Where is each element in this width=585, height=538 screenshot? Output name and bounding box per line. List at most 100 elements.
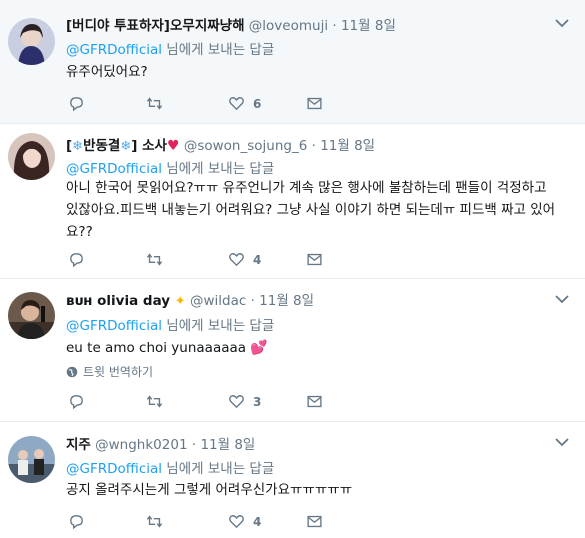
- display-name-text: ʙᴜʜ olivia day: [66, 293, 171, 309]
- handle[interactable]: @loveomuji: [249, 18, 328, 34]
- like-button[interactable]: 6: [228, 95, 261, 112]
- tweet-3[interactable]: ʙᴜʜ olivia day ✦ @wildac · 11월 8일 @GFRDo…: [0, 279, 585, 422]
- tweet-actions: 3: [66, 393, 336, 413]
- like-count: 3: [253, 394, 262, 409]
- avatar[interactable]: [8, 436, 55, 483]
- snowflake-icon: ❄: [120, 139, 132, 154]
- retweet-icon: [146, 395, 163, 408]
- reply-icon: [70, 253, 83, 268]
- tweet-4[interactable]: 지주 @wnghk0201 · 11월 8일 @GFRDofficial 님에게…: [0, 422, 585, 538]
- timestamp[interactable]: 11월 8일: [320, 138, 375, 154]
- timestamp[interactable]: 11월 8일: [259, 293, 314, 309]
- direct-message-button[interactable]: [306, 95, 323, 112]
- heart-icon: [229, 515, 244, 529]
- tweet-header: 지주 @wnghk0201 · 11월 8일: [66, 433, 255, 453]
- reply-button[interactable]: [68, 513, 85, 530]
- tweet-actions: 6: [66, 95, 336, 115]
- tweet-text: 아니 한국어 못읽어요?ㅠㅠ 유주언니가 계속 많은 행사에 불참하는데 팬들이…: [66, 180, 556, 240]
- sparkles-icon: ✦: [174, 294, 186, 309]
- tweet-text: 공지 올려주시는게 그렇게 어려우신가요ㅠㅠㅠㅠㅠ: [66, 482, 353, 498]
- like-count: 4: [253, 252, 262, 267]
- retweet-button[interactable]: [146, 393, 163, 410]
- reply-context: @GFRDofficial 님에게 보내는 답글: [66, 314, 274, 334]
- reply-feed: [버디야 투표하자]오무지짜냥해 @loveomuji · 11월 8일 @GF…: [0, 0, 585, 538]
- heart-icon: [229, 395, 244, 409]
- like-button[interactable]: 3: [228, 393, 261, 410]
- direct-message-icon: [307, 515, 322, 528]
- direct-message-icon: [307, 253, 322, 266]
- display-name-middle: 반동결: [83, 138, 121, 154]
- reply-context: @GFRDofficial 님에게 보내는 답글: [66, 457, 274, 477]
- heart-icon: [229, 253, 244, 267]
- retweet-button[interactable]: [146, 95, 163, 112]
- display-name[interactable]: [버디야 투표하자]오무지짜냥해: [66, 18, 245, 34]
- mention-link[interactable]: @GFRDofficial: [66, 42, 162, 58]
- direct-message-icon: [307, 395, 322, 408]
- reply-icon: [70, 97, 83, 112]
- direct-message-button[interactable]: [306, 393, 323, 410]
- translate-label: 트윗 번역하기: [83, 365, 154, 379]
- separator-dot: ·: [311, 138, 316, 154]
- snowflake-icon: ❄: [72, 139, 84, 154]
- tweet-actions: 4: [66, 513, 336, 533]
- display-name[interactable]: [❄반동결❄] 소사♥: [66, 138, 180, 154]
- avatar[interactable]: [8, 292, 55, 339]
- retweet-icon: [146, 97, 163, 110]
- reply-context-label: 님에게 보내는 답글: [162, 318, 275, 334]
- reply-icon: [70, 395, 83, 410]
- chevron-down-icon[interactable]: [555, 437, 569, 447]
- tweet-2[interactable]: [❄반동결❄] 소사♥ @sowon_sojung_6 · 11월 8일 @GF…: [0, 124, 585, 279]
- retweet-icon: [146, 253, 163, 266]
- two-hearts-icon: 💕: [250, 340, 268, 356]
- reply-icon: [70, 515, 83, 530]
- avatar[interactable]: [8, 133, 55, 180]
- like-count: 6: [253, 96, 262, 111]
- globe-icon: [66, 366, 78, 377]
- handle[interactable]: @wnghk0201: [95, 437, 187, 453]
- handle[interactable]: @wildac: [190, 293, 246, 309]
- reply-context-label: 님에게 보내는 답글: [162, 161, 275, 177]
- direct-message-icon: [307, 97, 322, 110]
- timestamp[interactable]: 11월 8일: [341, 18, 396, 34]
- retweet-button[interactable]: [146, 251, 163, 268]
- avatar[interactable]: [8, 18, 55, 65]
- like-button[interactable]: 4: [228, 513, 261, 530]
- tweet-1[interactable]: [버디야 투표하자]오무지짜냥해 @loveomuji · 11월 8일 @GF…: [0, 0, 585, 124]
- like-count: 4: [253, 514, 262, 529]
- tweet-header: ʙᴜʜ olivia day ✦ @wildac · 11월 8일: [66, 289, 314, 309]
- mention-link[interactable]: @GFRDofficial: [66, 161, 162, 177]
- retweet-icon: [146, 515, 163, 528]
- chevron-down-icon[interactable]: [555, 294, 569, 304]
- tweet-header: [버디야 투표하자]오무지짜냥해 @loveomuji · 11월 8일: [66, 14, 396, 34]
- separator-dot: ·: [332, 18, 337, 34]
- reply-button[interactable]: [68, 251, 85, 268]
- reply-context-label: 님에게 보내는 답글: [162, 461, 275, 477]
- reply-button[interactable]: [68, 95, 85, 112]
- retweet-button[interactable]: [146, 513, 163, 530]
- tweet-text: 유주어딨어요?: [66, 64, 148, 80]
- heart-emoji-icon: ♥: [166, 138, 180, 154]
- translate-tweet-link[interactable]: 트윗 번역하기: [66, 363, 153, 380]
- reply-button[interactable]: [68, 393, 85, 410]
- reply-context: @GFRDofficial 님에게 보내는 답글: [66, 38, 274, 58]
- reply-context-label: 님에게 보내는 답글: [162, 42, 275, 58]
- tweet-header: [❄반동결❄] 소사♥ @sowon_sojung_6 · 11월 8일: [66, 134, 375, 154]
- display-name[interactable]: 지주: [66, 437, 91, 453]
- separator-dot: ·: [191, 437, 197, 453]
- like-button[interactable]: 4: [228, 251, 261, 268]
- display-name[interactable]: ʙᴜʜ olivia day ✦: [66, 293, 186, 309]
- tweet-text: eu te amo choi yunaaaaaa 💕: [66, 337, 563, 359]
- tweet-actions: 4: [66, 251, 336, 271]
- timestamp[interactable]: 11월 8일: [200, 437, 255, 453]
- mention-link[interactable]: @GFRDofficial: [66, 461, 162, 477]
- separator-dot: ·: [250, 293, 255, 309]
- chevron-down-icon[interactable]: [555, 18, 569, 28]
- direct-message-button[interactable]: [306, 513, 323, 530]
- handle[interactable]: @sowon_sojung_6: [184, 138, 307, 154]
- reply-context: @GFRDofficial 님에게 보내는 답글: [66, 157, 274, 177]
- direct-message-button[interactable]: [306, 251, 323, 268]
- mention-link[interactable]: @GFRDofficial: [66, 318, 162, 334]
- heart-icon: [229, 97, 244, 111]
- tweet-text-content: eu te amo choi yunaaaaaa: [66, 340, 247, 356]
- display-name-suffix: ] 소사: [131, 138, 167, 154]
